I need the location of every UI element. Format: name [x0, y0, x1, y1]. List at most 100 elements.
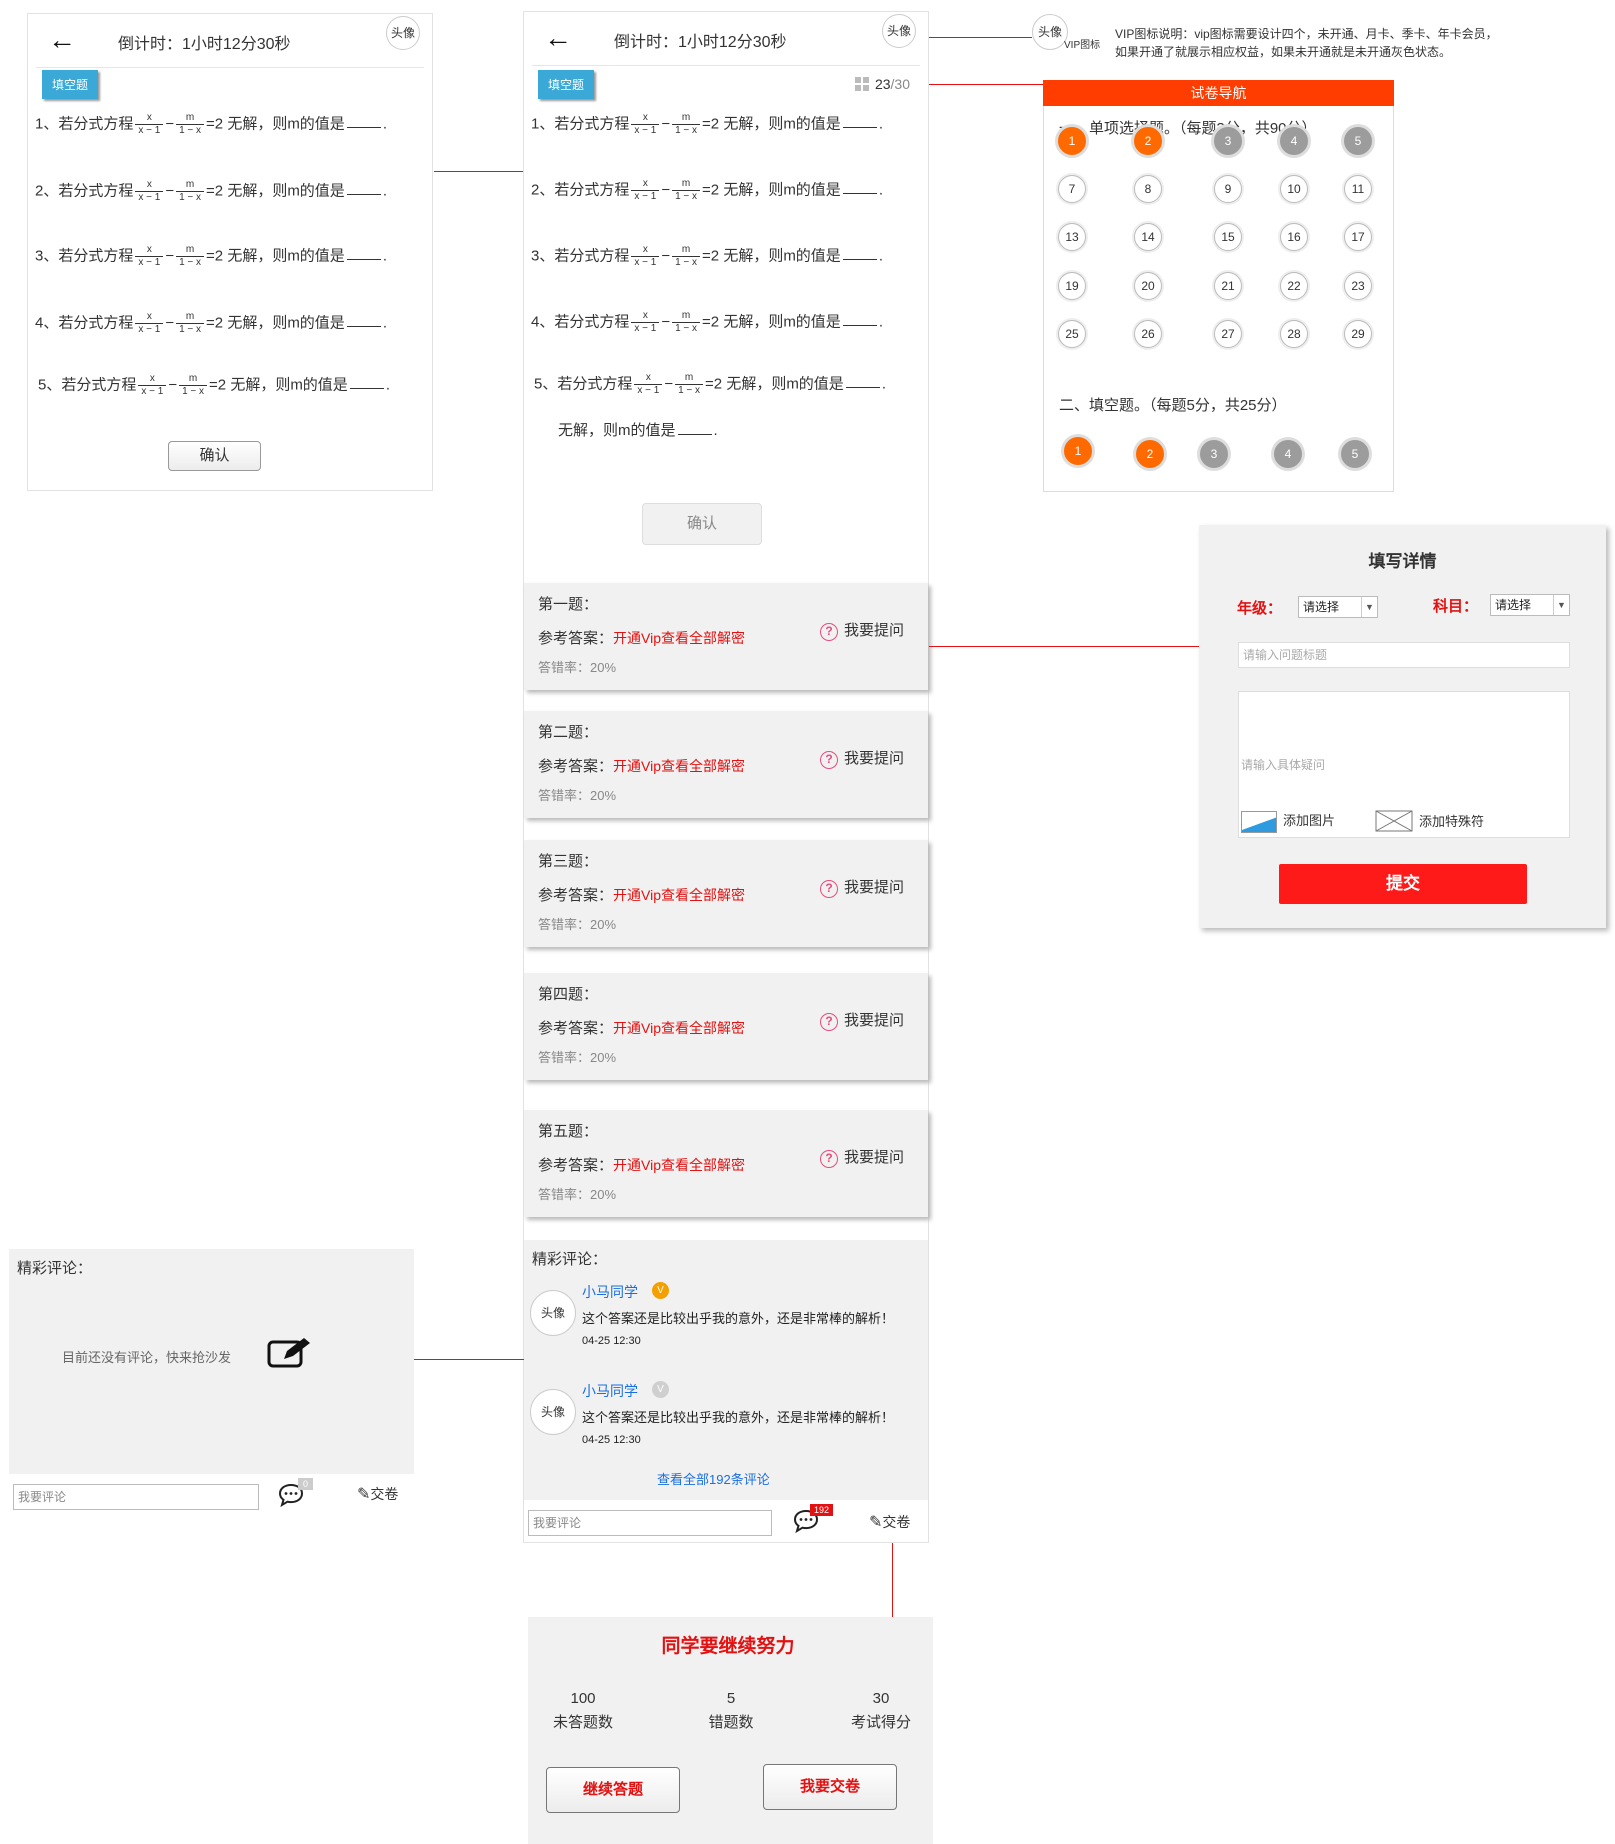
view-all-comments-link[interactable]: 查看全部192条评论 [657, 1469, 770, 1488]
question-nav-dot[interactable]: 16 [1280, 223, 1308, 251]
question-nav-dot[interactable]: 17 [1344, 223, 1372, 251]
question-nav-dot[interactable]: 28 [1280, 320, 1308, 348]
question-nav-dot[interactable]: 15 [1214, 223, 1242, 251]
vip-unlock-link[interactable]: 开通Vip查看全部解密 [613, 758, 745, 774]
commenter-name[interactable]: 小马同学 [582, 1282, 638, 1302]
submit-exam-button[interactable]: ✎交卷 [869, 1512, 910, 1532]
comment-item: 头像 小马同学 V 这个答案还是比较出乎我的意外，还是非常棒的解析！ 04-25 12:… [524, 1276, 928, 1366]
ask-question-button[interactable]: ? 我要提问 [819, 876, 904, 898]
question-nav-dot[interactable]: 3 [1214, 127, 1242, 155]
question-nav-dot[interactable]: 29 [1344, 320, 1372, 348]
question-nav-dot[interactable]: 26 [1134, 320, 1162, 348]
question-nav-dot[interactable]: 5 [1344, 127, 1372, 155]
vip-unlock-link[interactable]: 开通Vip查看全部解密 [613, 887, 745, 903]
bottom-bar: 我要评论 192 ✎交卷 [524, 1500, 928, 1542]
question-mark-icon: ? [819, 880, 838, 898]
comment-input[interactable]: 我要评论 [528, 1510, 772, 1536]
question-nav-dot[interactable]: 21 [1214, 272, 1242, 300]
continue-answering-button[interactable]: 继续答题 [546, 1767, 680, 1813]
question-nav-dot[interactable]: 1 [1058, 127, 1086, 155]
question-nav-dot[interactable]: 5 [1341, 440, 1369, 468]
question-item: 5、若分式方程 x x − 1− m 1 − x =2 无解，则m的值是. [38, 373, 390, 397]
stat-wrong: 5 错题数 [696, 1690, 766, 1732]
question-nav-dot[interactable]: 27 [1214, 320, 1242, 348]
answer-blank[interactable] [349, 388, 384, 390]
question-nav-dot[interactable]: 9 [1214, 175, 1242, 203]
vip-badge-icon: V [652, 1381, 669, 1398]
add-image-button[interactable]: 添加图片 [1241, 810, 1335, 833]
back-arrow-icon[interactable]: ← [48, 26, 76, 54]
commenter-name[interactable]: 小马同学 [582, 1381, 638, 1401]
stat-label: 错题数 [708, 1714, 754, 1731]
question-nav-dot[interactable]: 2 [1134, 127, 1162, 155]
reference-answer: 参考答案：开通Vip查看全部解密 [538, 1157, 745, 1174]
question-nav-dot[interactable]: 20 [1134, 272, 1162, 300]
comment-time: 04-25 12:30 [582, 1335, 641, 1347]
ask-question-button[interactable]: ? 我要提问 [819, 619, 904, 641]
section-fill-blank: 二、填空题。（每题5分，共25分） [1059, 397, 1287, 414]
ask-question-button[interactable]: ? 我要提问 [819, 1009, 904, 1031]
add-symbol-button[interactable]: 添加特殊符 [1375, 810, 1484, 835]
question-nav-dot[interactable]: 4 [1274, 440, 1302, 468]
subject-select[interactable]: 请选择 ▼ [1490, 594, 1570, 616]
question-nav-dot[interactable]: 10 [1280, 175, 1308, 203]
question-nav-dot[interactable]: 14 [1134, 223, 1162, 251]
empty-comment-text: 目前还没有评论，快来抢沙发 [62, 1350, 232, 1365]
question-nav-dot[interactable]: 19 [1058, 272, 1086, 300]
confirm-button[interactable]: 确认 [168, 441, 261, 471]
question-nav-dot[interactable]: 23 [1344, 272, 1372, 300]
answer-blank[interactable] [842, 193, 877, 195]
confirm-button-disabled[interactable]: 确认 [642, 503, 762, 545]
vip-unlock-link[interactable]: 开通Vip查看全部解密 [613, 1157, 745, 1173]
comment-item: 头像 小马同学 V 这个答案还是比较出乎我的意外，还是非常棒的解析！ 04-25 12:… [524, 1375, 928, 1465]
answer-card: 第四题： 参考答案：开通Vip查看全部解密 答错率：20% ? 我要提问 [524, 973, 928, 1080]
question-nav-dot[interactable]: 25 [1058, 320, 1086, 348]
comment-input[interactable]: 我要评论 [13, 1484, 259, 1510]
write-comment-icon[interactable] [266, 1337, 312, 1374]
countdown-timer: 倒计时：1小时12分30秒 [614, 34, 787, 51]
error-rate: 答错率：20% [538, 917, 617, 932]
exam-navigator: 试卷导航 一、单项选择题。（每题3分，共90分） 1 2 3 4 5 7 8 9 10 11 13 1… [1043, 80, 1394, 492]
question-nav-dot[interactable]: 13 [1058, 223, 1086, 251]
question-body-input[interactable]: 请输入具体疑问 添加图片 添加特殊符 [1238, 691, 1570, 838]
form-submit-button[interactable]: 提交 [1279, 864, 1527, 904]
question-progress[interactable]: 23/30 [854, 76, 910, 92]
vip-unlock-link[interactable]: 开通Vip查看全部解密 [613, 1020, 745, 1036]
form-title: 填写详情 [1368, 552, 1437, 571]
vip-unlock-link[interactable]: 开通Vip查看全部解密 [613, 630, 745, 646]
avatar[interactable]: 头像 [530, 1290, 576, 1336]
question-extra-line: 无解，则m的值是. [558, 422, 718, 439]
answer-blank[interactable] [346, 326, 381, 328]
question-nav-dot[interactable]: 22 [1280, 272, 1308, 300]
answer-blank[interactable] [346, 194, 381, 196]
hand-in-button[interactable]: 我要交卷 [763, 1764, 897, 1810]
ask-question-button[interactable]: ? 我要提问 [819, 747, 904, 769]
question-nav-dot[interactable]: 3 [1200, 440, 1228, 468]
question-item: 1、若分式方程 x x − 1− m 1 − x =2 无解，则m的值是. [531, 112, 883, 136]
answer-blank[interactable] [842, 259, 877, 261]
question-nav-dot[interactable]: 8 [1134, 175, 1162, 203]
avatar[interactable]: 头像 [386, 16, 420, 50]
answer-blank[interactable] [346, 127, 381, 129]
back-arrow-icon[interactable]: ← [544, 24, 572, 52]
question-nav-dot[interactable]: 1 [1064, 437, 1092, 465]
answer-blank[interactable] [346, 259, 381, 261]
question-nav-dot[interactable]: 11 [1344, 175, 1372, 203]
question-title-input[interactable]: 请输入问题标题 [1238, 642, 1570, 668]
question-nav-dot[interactable]: 2 [1136, 440, 1164, 468]
comment-text: 这个答案还是比较出乎我的意外，还是非常棒的解析！ [582, 1410, 895, 1425]
answer-blank[interactable] [842, 127, 877, 129]
connector-line [892, 1543, 893, 1617]
submit-exam-button[interactable]: ✎交卷 [357, 1484, 398, 1504]
answer-blank[interactable] [842, 325, 877, 327]
vip-badge-icon: V [652, 1282, 669, 1299]
section-single-choice: 一、单项选择题。（每题3分，共90分） [1059, 120, 1317, 137]
avatar[interactable]: 头像 [530, 1389, 576, 1435]
question-nav-dot[interactable]: 7 [1058, 175, 1086, 203]
question-item: 5、若分式方程 x x − 1− m 1 − x =2 无解，则m的值是. [534, 372, 886, 396]
grade-select[interactable]: 请选择 ▼ [1298, 596, 1378, 618]
answer-blank[interactable] [845, 387, 880, 389]
question-nav-dot[interactable]: 4 [1280, 127, 1308, 155]
ask-question-button[interactable]: ? 我要提问 [819, 1146, 904, 1168]
avatar[interactable]: 头像 [882, 14, 916, 48]
